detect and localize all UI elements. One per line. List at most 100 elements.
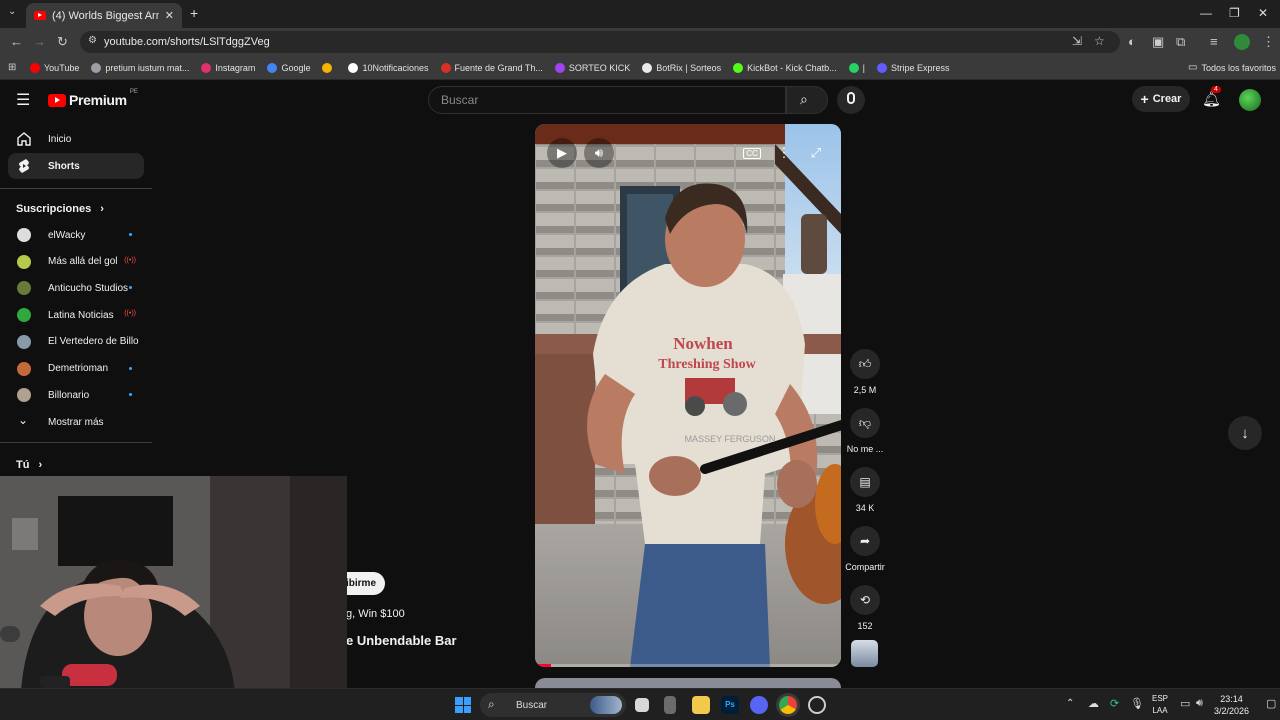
photoshop-icon[interactable]: Ps xyxy=(721,696,739,714)
menu-icon[interactable]: ⋮ xyxy=(1262,34,1275,50)
search-icon: ⌕ xyxy=(488,697,495,711)
forward-icon[interactable]: → xyxy=(33,34,46,50)
show-more-button[interactable]: ⌄ Mostrar más xyxy=(8,409,144,435)
app-icon[interactable] xyxy=(664,696,676,714)
bookmark-item[interactable] xyxy=(322,62,336,73)
bookmark-item[interactable]: pretium iustum mat... xyxy=(91,62,189,73)
notifications-button[interactable]: 🔔︎ 4 xyxy=(1202,86,1221,109)
bookmark-star-icon[interactable]: ☆ xyxy=(1094,34,1105,48)
microphone-icon xyxy=(847,92,855,104)
channel-avatar xyxy=(17,361,31,376)
file-explorer-icon[interactable] xyxy=(692,696,710,714)
site-info-icon[interactable]: ⚙ xyxy=(88,35,97,46)
chrome-icon[interactable] xyxy=(779,696,797,714)
more-options-button[interactable]: ⋮ xyxy=(769,138,799,168)
create-button[interactable]: + Crear xyxy=(1132,86,1190,112)
live-icon: ((•)) xyxy=(124,256,136,264)
new-tab-icon[interactable]: + xyxy=(190,5,198,21)
bookmark-item[interactable]: Stripe Express xyxy=(877,62,950,73)
bookmark-favicon-icon xyxy=(348,62,359,73)
share-button[interactable]: ➦ Compartir xyxy=(842,526,888,572)
remix-button[interactable]: ⟲ 152 xyxy=(842,585,888,631)
fullscreen-button[interactable]: ⤢ xyxy=(801,138,831,168)
volume-icon[interactable]: 🔊︎ xyxy=(1196,697,1203,710)
network-icon[interactable]: ▭ xyxy=(1180,697,1190,710)
subscriptions-header[interactable]: Suscripciones › xyxy=(16,203,104,215)
play-button[interactable]: ▶ xyxy=(547,138,577,168)
account-avatar[interactable] xyxy=(1239,89,1261,111)
search-input[interactable]: Buscar xyxy=(428,86,786,114)
tray-app-2-icon[interactable]: ⟳ xyxy=(1110,697,1119,710)
extensions-icon[interactable]: ⧉ xyxy=(1176,34,1185,50)
expand-icon: ⤢ xyxy=(810,145,822,160)
extension-1-icon[interactable]: ◐ xyxy=(1128,34,1136,50)
extension-2-icon[interactable]: ▣ xyxy=(1152,34,1164,50)
bookmark-item[interactable]: KickBot - Kick Chatb... xyxy=(733,62,837,73)
bookmark-item[interactable]: BotRix | Sorteos xyxy=(642,62,721,73)
all-bookmarks-folder[interactable]: ▭ Todos los favoritos xyxy=(1188,62,1276,73)
next-short-button[interactable]: ↓ xyxy=(1228,416,1262,450)
short-video-player[interactable]: Nowhen Threshing Show MASSEY FERGUSON ▶ … xyxy=(535,124,841,667)
you-header[interactable]: Tú › xyxy=(16,459,42,471)
browser-tab[interactable]: (4) Worlds Biggest Arms VS The ✕ xyxy=(26,3,182,28)
obs-icon[interactable] xyxy=(808,696,826,714)
volume-button[interactable]: 🔊︎ xyxy=(584,138,614,168)
system-clock[interactable]: 23:14 3/2/2026 xyxy=(1214,693,1249,717)
address-bar[interactable]: ⚙ youtube.com/shorts/LSlTdggZVeg ⇲ ☆ xyxy=(80,31,1120,53)
task-view-icon[interactable] xyxy=(635,698,649,712)
action-label: Compartir xyxy=(845,562,885,572)
progress-track[interactable] xyxy=(535,664,841,667)
thumbs-up-button[interactable]: 👍︎ 2,5 M xyxy=(842,349,888,395)
window-close-icon[interactable]: ✕ xyxy=(1258,6,1268,20)
short-subtitle-partial[interactable]: e Unbendable Bar xyxy=(346,633,457,648)
language-indicator[interactable]: ESP LAA xyxy=(1152,693,1168,717)
thumbs-up-icon: 👍︎ xyxy=(850,349,880,379)
youtube-logo[interactable]: Premium PE xyxy=(48,89,138,108)
sidebar-item-inicio[interactable]: Inicio xyxy=(8,126,144,152)
subscription-item[interactable]: Más allá del gol ((•)) xyxy=(8,249,144,275)
bookmark-item[interactable]: Instagram xyxy=(201,62,255,73)
voice-search-button[interactable] xyxy=(837,86,865,114)
bookmark-item[interactable]: Google xyxy=(267,62,310,73)
remix-icon: ⟲ xyxy=(850,585,880,615)
bookmark-item[interactable]: SORTEO KICK xyxy=(554,62,630,73)
apps-grid-icon[interactable]: ⊞ xyxy=(8,62,16,73)
subscription-item[interactable]: Anticucho Studios xyxy=(8,275,144,301)
minimize-icon[interactable]: — xyxy=(1200,6,1212,20)
tray-overflow-icon[interactable]: ⌃ xyxy=(1066,698,1074,709)
tray-app-1-icon[interactable]: ☁ xyxy=(1088,697,1099,710)
tab-close-icon[interactable]: ✕ xyxy=(165,9,174,22)
bookmark-item[interactable]: YouTube xyxy=(30,62,79,73)
media-icon[interactable]: ≡ xyxy=(1210,34,1218,50)
search-button[interactable]: ⌕ xyxy=(786,86,828,114)
taskbar-search[interactable]: ⌕ Buscar xyxy=(480,693,626,717)
tray-mic-icon[interactable]: 🎙︎ xyxy=(1130,697,1144,710)
bookmark-item[interactable]: Fuente de Grand Th... xyxy=(440,62,543,73)
discord-icon[interactable] xyxy=(750,696,768,714)
profile-avatar[interactable] xyxy=(1234,34,1250,50)
back-icon[interactable]: ← xyxy=(10,34,23,50)
sidebar-item-shorts[interactable]: Shorts xyxy=(8,153,144,179)
bookmark-item[interactable]: 10Notificaciones xyxy=(348,62,429,73)
start-button[interactable] xyxy=(455,697,471,713)
install-icon[interactable]: ⇲ xyxy=(1072,34,1082,48)
channel-avatar xyxy=(17,254,31,269)
bookmark-favicon-icon xyxy=(91,62,102,73)
shorts-icon xyxy=(19,159,29,173)
browser-toolbar: ← → ↻ ⚙ youtube.com/shorts/LSlTdggZVeg ⇲… xyxy=(0,28,1280,56)
notification-center-icon[interactable]: ▢ xyxy=(1266,697,1276,710)
tab-search-icon[interactable]: ⌄ xyxy=(8,6,16,17)
subscription-item[interactable]: elWacky xyxy=(8,222,144,248)
subscription-item[interactable]: Billonario xyxy=(8,382,144,408)
thumbs-down-button[interactable]: 👎︎ No me ... xyxy=(842,408,888,454)
reload-icon[interactable]: ↻ xyxy=(57,34,68,50)
bookmark-item[interactable]: | xyxy=(848,62,865,73)
captions-button[interactable]: CC xyxy=(737,138,767,168)
sound-thumbnail[interactable] xyxy=(851,640,878,667)
restore-icon[interactable]: ❐ xyxy=(1229,6,1240,20)
subscription-item[interactable]: Demetrioman xyxy=(8,356,144,382)
hamburger-menu-icon[interactable]: ☰ xyxy=(16,90,30,110)
subscription-item[interactable]: Latina Noticias ((•)) xyxy=(8,302,144,328)
comment-button[interactable]: ▤ 34 K xyxy=(842,467,888,513)
subscription-item[interactable]: El Vertedero de Billo xyxy=(8,329,144,355)
